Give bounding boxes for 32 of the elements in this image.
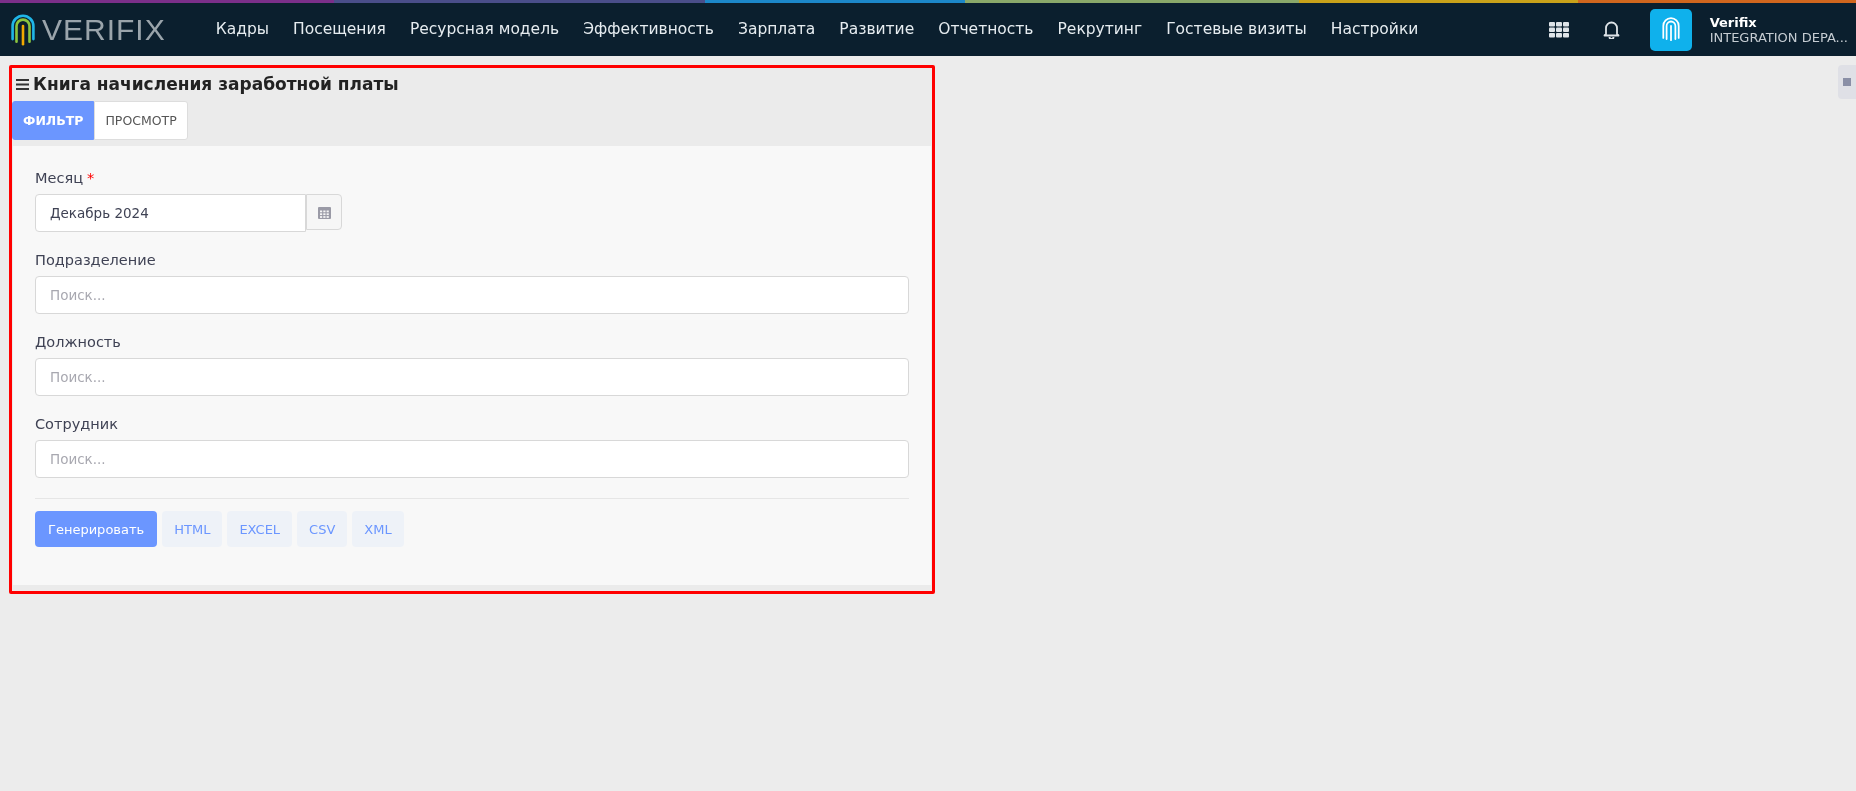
search-field[interactable]: Поиск... <box>35 276 909 314</box>
required-mark: * <box>87 170 95 186</box>
field-label: Подразделение <box>35 252 156 268</box>
nav-link[interactable]: Ресурсная модель <box>407 15 562 44</box>
calendar-button[interactable] <box>306 194 342 230</box>
search-field[interactable]: Поиск... <box>35 358 909 396</box>
nav-link[interactable]: Посещения <box>291 15 388 44</box>
field-label: Сотрудник <box>35 416 118 432</box>
nav-link[interactable]: Кадры <box>213 15 271 44</box>
grid-icon <box>1548 21 1569 38</box>
date-field[interactable]: Декабрь 2024 <box>35 194 306 232</box>
nav-link[interactable]: Отчетность <box>936 15 1036 44</box>
nav-link[interactable]: Зарплата <box>735 15 818 44</box>
calendar-icon <box>317 205 331 219</box>
organization-name: INTEGRATION DEPA... <box>1709 29 1848 45</box>
nav-link[interactable]: Развитие <box>837 15 917 44</box>
nav-link[interactable]: Рекрутинг <box>1055 15 1145 44</box>
user-name: Verifix <box>1709 14 1758 30</box>
nav-link[interactable]: Гостевые визиты <box>1164 15 1309 44</box>
logo-text: VERIFIX <box>42 12 166 47</box>
nav-link[interactable]: Настройки <box>1328 15 1421 44</box>
tab[interactable]: ПРОСМОТР <box>94 101 188 140</box>
field-label: Должность <box>35 334 121 350</box>
user-avatar[interactable] <box>1649 8 1692 51</box>
page-title: Книга начисления заработной платы <box>33 74 399 94</box>
field-label: Месяц <box>35 170 83 186</box>
menu-icon[interactable] <box>16 78 29 90</box>
fingerprint-icon <box>1659 16 1682 43</box>
nav-link[interactable]: Эффективность <box>581 15 716 44</box>
fingerprint-logo-icon <box>10 11 36 48</box>
search-field[interactable]: Поиск... <box>35 440 909 478</box>
bell-icon <box>1602 20 1620 39</box>
